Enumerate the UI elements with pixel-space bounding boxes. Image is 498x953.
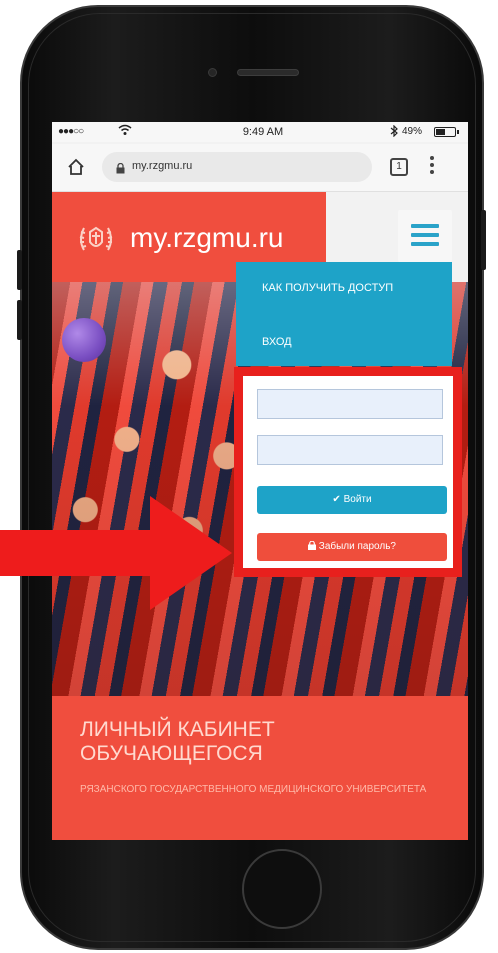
- overflow-menu-icon[interactable]: [430, 156, 434, 178]
- password-field[interactable]: [257, 435, 443, 465]
- volume-down-button: [17, 300, 22, 340]
- signal-indicator: ●●●○○: [58, 126, 84, 137]
- browser-toolbar: my.rzgmu.ru 1: [52, 144, 468, 192]
- login-button-label: Войти: [343, 494, 372, 505]
- wifi-icon: [118, 124, 132, 139]
- forgot-password-button[interactable]: Забыли пароль?: [257, 533, 447, 561]
- menu-item-login[interactable]: ВХОД: [262, 336, 292, 348]
- bluetooth-icon: [390, 124, 398, 140]
- hamburger-menu-icon[interactable]: [398, 210, 452, 262]
- clock: 9:49 AM: [242, 126, 284, 138]
- nav-dropdown: КАК ПОЛУЧИТЬ ДОСТУП ВХОД: [236, 262, 452, 366]
- padlock-icon: [308, 540, 319, 552]
- lock-icon: [116, 161, 125, 174]
- forgot-password-label: Забыли пароль?: [318, 541, 396, 552]
- home-icon[interactable]: [66, 157, 86, 177]
- checkmark-icon: ✔: [332, 494, 344, 505]
- home-button[interactable]: [242, 849, 322, 929]
- banner-title: ЛИЧНЫЙ КАБИНЕТ ОБУЧАЮЩЕГОСЯ: [80, 718, 275, 765]
- power-button: [481, 210, 486, 270]
- red-arrow-icon: [0, 496, 232, 610]
- status-bar: ●●●○○ 9:49 AM 49%: [52, 122, 468, 142]
- battery-icon: [434, 127, 459, 137]
- phone-screen: ●●●○○ 9:49 AM 49% my.rzgmu.ru 1 my.rzgmu…: [52, 122, 468, 840]
- balloon-image: [62, 318, 106, 362]
- volume-up-button: [17, 250, 22, 290]
- login-button[interactable]: ✔ Войти: [257, 486, 447, 514]
- login-form-highlight: ✔ Войти Забыли пароль?: [234, 367, 462, 577]
- camera: [208, 68, 217, 77]
- menu-item-access[interactable]: КАК ПОЛУЧИТЬ ДОСТУП: [262, 282, 393, 294]
- url-text: my.rzgmu.ru: [132, 160, 193, 172]
- username-field[interactable]: [257, 389, 443, 419]
- site-title[interactable]: my.rzgmu.ru: [130, 222, 284, 254]
- tabs-button[interactable]: 1: [390, 158, 408, 176]
- battery-percent: 49%: [402, 126, 423, 137]
- address-bar[interactable]: my.rzgmu.ru: [102, 152, 372, 182]
- cabinet-banner: ЛИЧНЫЙ КАБИНЕТ ОБУЧАЮЩЕГОСЯ РЯЗАНСКОГО Г…: [52, 696, 468, 840]
- speaker: [237, 69, 299, 76]
- university-emblem-icon: [76, 220, 116, 260]
- banner-subtitle: РЯЗАНСКОГО ГОСУДАРСТВЕННОГО МЕДИЦИНСКОГО…: [80, 784, 427, 795]
